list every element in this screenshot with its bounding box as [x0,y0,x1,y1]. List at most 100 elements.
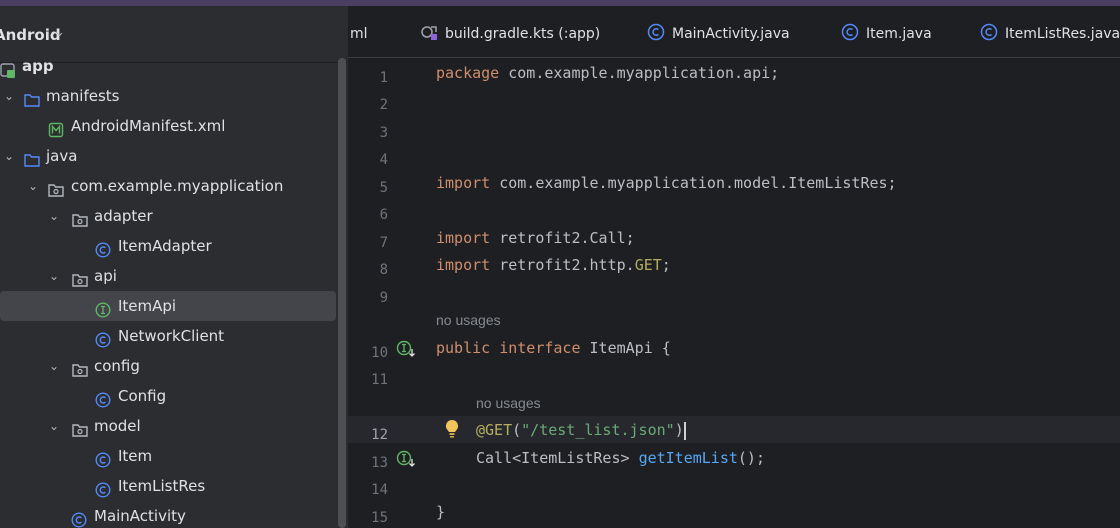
implemented-method-gutter-icon[interactable] [396,450,416,468]
keyword: package [436,64,500,82]
package-icon [72,418,88,437]
tab-label: build.gradle.kts (:app) [445,26,601,42]
class-icon [95,238,111,258]
line-number: 7 [379,235,388,251]
code-line-7[interactable]: import retrofit2.Call; [436,229,635,247]
tree-item-label: MainActivity [94,507,186,525]
class-icon [980,23,998,41]
interface-icon [95,298,111,318]
line-number: 14 [371,482,388,498]
method-name: getItemList [638,449,738,467]
project-scrollbar[interactable] [338,58,346,528]
line-number: 2 [379,97,388,113]
tree-item-java[interactable]: ⌄ java [0,141,336,171]
tree-item-androidmanifest-xml[interactable]: AndroidManifest.xml [0,111,336,141]
usages-hint[interactable]: no usages [476,395,541,411]
keyword: import [436,174,491,192]
code-text: } [436,503,446,521]
chevron-down-icon[interactable]: ⌄ [47,411,61,441]
chevron-down-icon[interactable]: ⌄ [47,201,61,231]
code-line-13[interactable]: Call<ItemListRes> getItemList(); [476,449,765,467]
tree-item-label: api [94,267,117,285]
tree-item-itemadapter[interactable]: ItemAdapter [0,231,336,261]
chevron-down-icon[interactable]: ⌄ [26,171,40,201]
tree-item-label: ItemApi [118,297,177,315]
manifest-file-icon [48,118,64,138]
tree-item-com-example-myapplication[interactable]: ⌄ com.example.myapplication [0,171,336,201]
line-number: 6 [379,207,388,223]
class-icon [71,508,87,528]
tree-item-label: model [94,417,141,435]
class-icon [95,328,111,348]
tree-item-mainactivity[interactable]: MainActivity [0,501,336,528]
class-icon [95,388,111,408]
tree-item-config[interactable]: Config [0,381,336,411]
line-number: 3 [379,125,388,141]
code-text: com.example.myapplication.model.ItemList… [490,174,897,192]
project-view-selector[interactable]: Android [0,26,61,44]
code-text: ItemApi { [580,339,671,357]
code-text: com.example.myapplication.api; [499,64,780,82]
class-icon [841,23,859,41]
package-icon [48,178,64,197]
code-line-15[interactable]: } [436,503,445,521]
usages-hint[interactable]: no usages [436,312,501,328]
line-number: 13 [371,455,388,471]
code-text: ; [661,256,671,274]
code-line-10[interactable]: public interface ItemApi { [436,339,671,357]
tree-item-label: java [46,147,78,165]
tree-item-config[interactable]: ⌄ config [0,351,336,381]
annotation: @GET [476,421,513,439]
tree-item-label: com.example.myapplication [71,177,284,195]
chevron-down-icon[interactable]: ⌄ [2,141,16,171]
tree-item-itemlistres[interactable]: ItemListRes [0,471,336,501]
gradle-icon [421,26,437,40]
tab-label: ml [350,26,368,42]
tree-item-adapter[interactable]: ⌄ adapter [0,201,336,231]
package-icon [72,268,88,287]
app-module-icon [0,58,16,78]
tree-item-label: app [22,57,54,75]
project-panel: Android ⌄ app ⌄ manifests AndroidManifest.x… [0,6,348,528]
tree-item-model[interactable]: ⌄ model [0,411,336,441]
annotation-name: GET [634,256,662,274]
keyword: public [436,339,491,357]
text-caret [683,421,686,440]
chevron-down-icon[interactable]: ⌄ [47,261,61,291]
tree-item-manifests[interactable]: ⌄ manifests [0,81,336,111]
line-number: 8 [379,262,388,278]
tree-item-app[interactable]: app [0,51,336,81]
tab-label: ItemListRes.java [1005,26,1120,42]
code-line-12[interactable]: @GET("/test_list.json") [476,421,686,440]
folder-icon [24,88,40,107]
tree-item-label: manifests [46,87,120,105]
string-literal: "/test_list.json" [521,421,675,439]
tab-label: MainActivity.java [672,26,790,42]
code-text: ( [512,421,522,439]
class-icon [647,23,665,41]
implemented-interface-gutter-icon[interactable] [396,340,416,358]
class-icon [95,448,111,468]
tree-item-label: AndroidManifest.xml [71,117,226,135]
code-line-8[interactable]: import retrofit2.http.GET; [436,256,671,274]
tree-item-itemapi[interactable]: ItemApi [0,291,336,321]
code-line-5[interactable]: import com.example.myapplication.model.I… [436,174,897,192]
folder-icon [24,148,40,167]
tree-item-networkclient[interactable]: NetworkClient [0,321,336,351]
chevron-down-icon[interactable]: ⌄ [47,351,61,381]
chevron-down-icon[interactable]: ⌄ [2,81,16,111]
tree-item-item[interactable]: Item [0,441,336,471]
line-number: 10 [371,345,388,361]
code-text: retrofit2.Call; [490,229,635,247]
line-number: 4 [379,152,388,168]
tab-xml[interactable]: ml [350,6,368,57]
lightbulb-icon[interactable] [444,419,460,439]
keyword: import [436,229,491,247]
code-line-1[interactable]: package com.example.myapplication.api; [436,64,779,82]
line-number: 15 [371,510,388,526]
tree-item-label: Item [118,447,153,465]
chevron-down-icon[interactable]: ⌄ [54,25,65,40]
line-number: 1 [379,70,388,86]
code-text: Call<ItemListRes> [476,449,639,467]
tree-item-api[interactable]: ⌄ api [0,261,336,291]
